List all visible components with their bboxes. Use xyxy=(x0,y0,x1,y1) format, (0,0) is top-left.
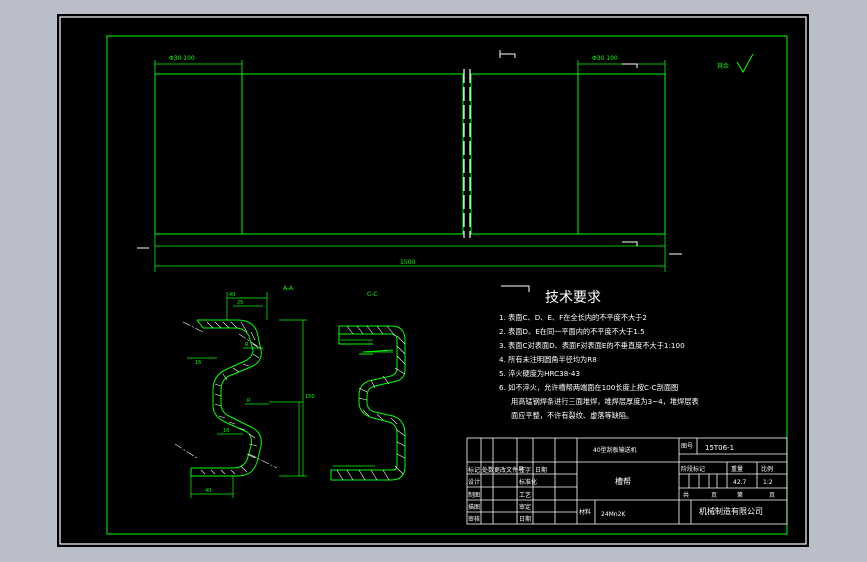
tech-req-item: 3. 表面C对表面D、表面F对表面E的不垂直度不大于1:100 xyxy=(499,341,685,350)
drawing-no-label: 图号 xyxy=(681,443,693,450)
header-cell: 日期 xyxy=(535,466,547,474)
header-cell: 标记 xyxy=(468,466,480,474)
section-markers xyxy=(137,50,682,255)
section-a-centerlines xyxy=(174,321,278,469)
tech-req-item: 2. 表面D、E在同一平面内的不平度不大于1.5 xyxy=(499,327,645,336)
stage-label: 重量 xyxy=(731,465,743,473)
tech-req-item: 1. 表面C、D、E、F在全长内的不平度不大于2 xyxy=(499,313,647,322)
sign-row: 设计 xyxy=(468,478,480,486)
cad-drawing: Φ30 100 Φ30 100 1500 其余 A-A 40 25 16 R R… xyxy=(59,16,807,545)
outer-frame xyxy=(59,16,807,545)
tech-req-heading: 技术要求 xyxy=(545,290,601,306)
stage-label: 比例 xyxy=(761,465,773,473)
section-a-label: A-A xyxy=(283,285,294,292)
section-c-dims xyxy=(333,339,393,467)
top-dimensions xyxy=(154,60,666,272)
svg-text:25: 25 xyxy=(237,300,243,306)
project-name: 40型刮板输送机 xyxy=(593,446,637,454)
cad-viewport[interactable]: Φ30 100 Φ30 100 1500 其余 A-A 40 25 16 R R… xyxy=(0,0,867,562)
sheet-label: 共 xyxy=(683,491,689,499)
sheet-label: 页 xyxy=(711,492,717,499)
material-label: 材料 xyxy=(579,508,591,516)
sign-row-mid: 标准化 xyxy=(519,478,537,486)
weight-value: 42.7 xyxy=(733,479,747,486)
sign-row: 描图 xyxy=(468,503,480,511)
part-name: 槽帮 xyxy=(615,476,631,486)
svg-text:150: 150 xyxy=(305,394,315,400)
svg-text:16: 16 xyxy=(195,360,201,366)
header-cell: 处数 xyxy=(482,466,494,474)
drawing-canvas[interactable]: Φ30 100 Φ30 100 1500 其余 A-A 40 25 16 R R… xyxy=(57,14,809,547)
svg-text:R: R xyxy=(245,342,249,348)
sign-row-mid: 日期 xyxy=(519,515,531,523)
dim-top-left: Φ30 100 xyxy=(169,55,195,62)
drawing-no: 15T06-1 xyxy=(705,444,734,452)
section-a-dims xyxy=(187,292,307,498)
tech-req-item: 用高锰钢焊条进行三面堆焊，堆焊层厚度为3~4，堆焊层表 xyxy=(511,397,699,406)
sheet-label: 页 xyxy=(769,492,775,499)
tech-req-item: 5. 淬火硬度为HRC38-43 xyxy=(499,369,580,378)
break-lines xyxy=(463,69,471,238)
svg-text:40: 40 xyxy=(205,488,211,494)
sign-row-mid: 工艺 xyxy=(519,491,531,499)
company-name: 机械制造有限公司 xyxy=(699,506,763,516)
svg-text:R: R xyxy=(247,398,251,404)
section-c-profile xyxy=(330,325,406,481)
tech-req-list: 1. 表面C、D、E、F在全长内的不平度不大于2 2. 表面D、E在同一平面内的… xyxy=(499,313,699,420)
inner-border xyxy=(106,35,788,535)
dim-overall-length: 1500 xyxy=(400,259,415,266)
sign-row: 审核 xyxy=(468,515,480,523)
sign-row: 制图 xyxy=(468,491,480,499)
top-view xyxy=(154,73,666,235)
title-block-text: 40型刮板输送机 图号 15T06-1 槽帮 材料 24Mn2K 机械制造有限公… xyxy=(468,443,775,523)
tech-req-item: 6. 如不淬火，允许槽帮两端面在100长度上按C-C剖面图 xyxy=(499,383,678,392)
tech-req-item: 面应平整，不许有裂纹、虚落等缺陷。 xyxy=(511,411,633,420)
tech-req-item: 4. 所有未注明圆角半径均为R8 xyxy=(499,355,597,364)
dim-top-right: Φ30 100 xyxy=(592,55,618,62)
section-a-profile xyxy=(190,319,262,477)
header-cell: 签字 xyxy=(519,466,531,474)
svg-text:40: 40 xyxy=(229,292,235,298)
scale-value: 1:2 xyxy=(763,479,773,486)
sheet-label: 第 xyxy=(737,491,743,499)
section-c-hatch xyxy=(336,325,406,481)
tech-req-leader xyxy=(501,285,530,292)
material: 24Mn2K xyxy=(601,511,626,518)
sign-row-mid: 审定 xyxy=(519,503,531,511)
svg-text:16: 16 xyxy=(223,428,229,434)
section-c-label: C-C xyxy=(367,291,378,298)
stage-label: 阶段标记 xyxy=(681,465,705,473)
roughness-note: 其余 xyxy=(717,62,729,70)
roughness-symbol xyxy=(736,53,754,73)
